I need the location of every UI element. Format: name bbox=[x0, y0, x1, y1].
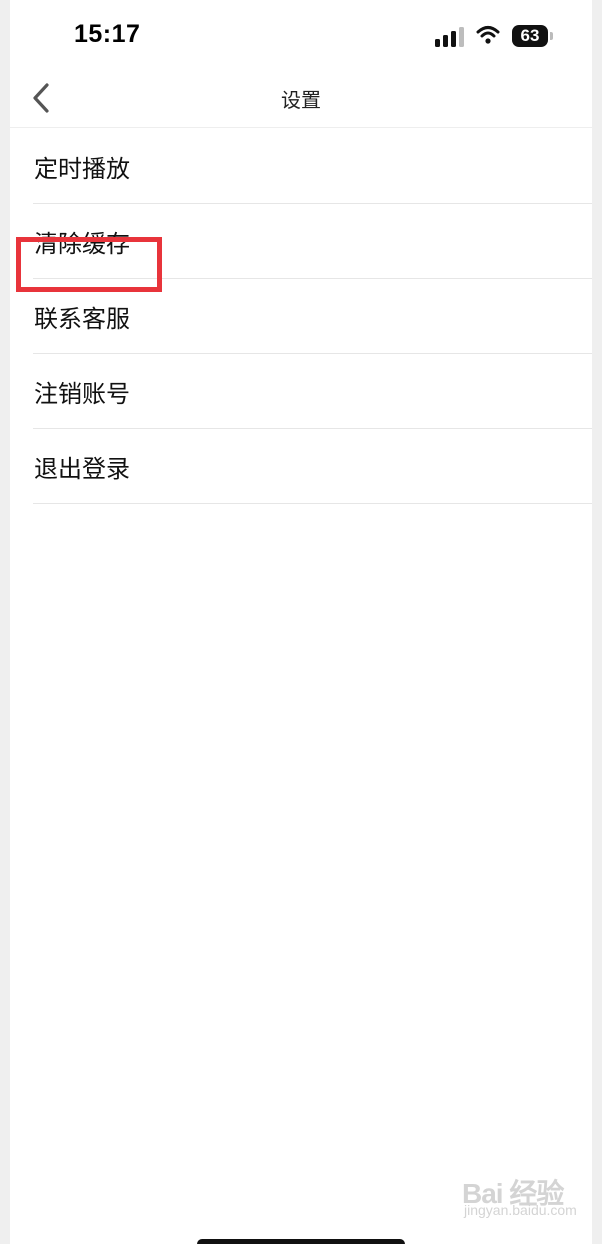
settings-item-label: 退出登录 bbox=[34, 454, 130, 483]
nav-bar: 设置 bbox=[10, 70, 592, 128]
settings-item-label: 联系客服 bbox=[34, 304, 130, 333]
battery-tip bbox=[550, 32, 553, 40]
watermark-url: jingyan.baidu.com bbox=[464, 1202, 577, 1218]
page-title: 设置 bbox=[281, 88, 321, 112]
signal-icon bbox=[435, 27, 464, 47]
settings-list: 定时播放 清除缓存 联系客服 注销账号 退出登录 bbox=[10, 129, 592, 504]
wifi-icon bbox=[476, 26, 500, 44]
settings-item-scheduled-playback[interactable]: 定时播放 bbox=[33, 129, 592, 204]
settings-item-label: 定时播放 bbox=[34, 154, 130, 183]
settings-item-deactivate-account[interactable]: 注销账号 bbox=[33, 354, 592, 429]
settings-item-logout[interactable]: 退出登录 bbox=[33, 429, 592, 504]
settings-item-clear-cache[interactable]: 清除缓存 bbox=[33, 204, 592, 279]
status-bar: 15:17 63 bbox=[10, 0, 592, 70]
home-indicator bbox=[197, 1239, 405, 1244]
settings-screen: 15:17 63 设置 定时播放 清除缓存 联系客服 注销账号 退出登录 Bai… bbox=[10, 0, 592, 1244]
settings-item-label: 清除缓存 bbox=[34, 229, 130, 258]
status-time: 15:17 bbox=[74, 20, 141, 48]
settings-item-label: 注销账号 bbox=[34, 379, 130, 408]
watermark: Bai 经验 jingyan.baidu.com bbox=[462, 1172, 592, 1222]
battery-icon: 63 bbox=[512, 25, 548, 47]
settings-item-contact-support[interactable]: 联系客服 bbox=[33, 279, 592, 354]
